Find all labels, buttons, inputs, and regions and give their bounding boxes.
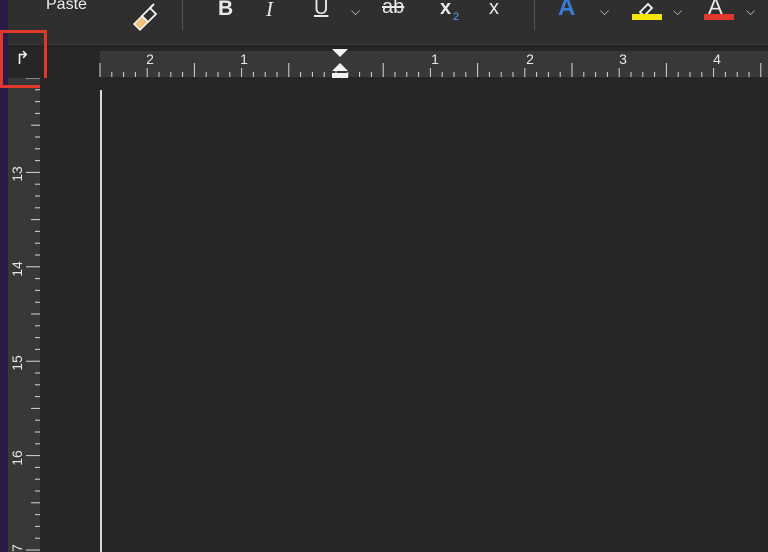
subscript-label: x xyxy=(440,0,452,19)
formatting-toolbar: Paste B I U ⌵ ab 2 x x A ⌵ ⌵ A ⌵ xyxy=(8,0,768,47)
left-margin-line xyxy=(100,90,102,552)
ruler-label: 1 xyxy=(431,51,439,67)
underline-button[interactable]: U xyxy=(314,0,328,20)
horizontal-ruler-scale: 2 1 1 2 3 4 xyxy=(99,51,762,77)
ruler-label: 13 xyxy=(9,166,25,182)
paste-button[interactable]: Paste xyxy=(46,0,87,14)
ruler-label: 14 xyxy=(9,261,25,277)
superscript-button[interactable]: x xyxy=(489,0,499,20)
ruler-label: 3 xyxy=(619,51,627,67)
vertical-ruler[interactable]: 13 14 15 16 17 xyxy=(8,78,40,552)
ruler-label: 15 xyxy=(9,355,25,371)
bold-button[interactable]: B xyxy=(218,0,233,21)
horizontal-ruler[interactable]: 2 1 1 2 3 4 xyxy=(8,47,768,85)
ruler-label: 1 xyxy=(240,51,248,67)
font-color-swatch xyxy=(704,14,734,20)
ruler-label: 2 xyxy=(526,51,534,67)
chevron-down-icon[interactable]: ⌵ xyxy=(673,4,682,19)
toolbar-separator xyxy=(182,0,183,30)
chevron-down-icon[interactable]: ⌵ xyxy=(351,4,360,19)
toolbar-separator xyxy=(534,0,535,30)
strikethrough-button[interactable]: ab xyxy=(382,0,404,19)
ruler-label: 2 xyxy=(146,51,154,67)
highlighter-icon[interactable] xyxy=(630,0,666,22)
format-painter-icon[interactable] xyxy=(128,2,162,34)
ruler-label: 17 xyxy=(9,544,25,552)
text-effects-button[interactable]: A xyxy=(558,0,575,22)
ruler-label: 4 xyxy=(713,51,721,67)
chevron-down-icon[interactable]: ⌵ xyxy=(600,4,609,19)
chevron-down-icon[interactable]: ⌵ xyxy=(746,4,755,19)
ruler-label: 16 xyxy=(9,450,25,466)
subscript-index: 2 xyxy=(453,11,460,23)
subscript-button[interactable]: 2 x xyxy=(440,0,459,23)
document-canvas[interactable] xyxy=(40,78,768,552)
vertical-ruler-scale: 13 14 15 16 17 xyxy=(9,78,40,552)
tab-stop-icon: ↱ xyxy=(15,48,31,68)
italic-button[interactable]: I xyxy=(266,0,273,22)
